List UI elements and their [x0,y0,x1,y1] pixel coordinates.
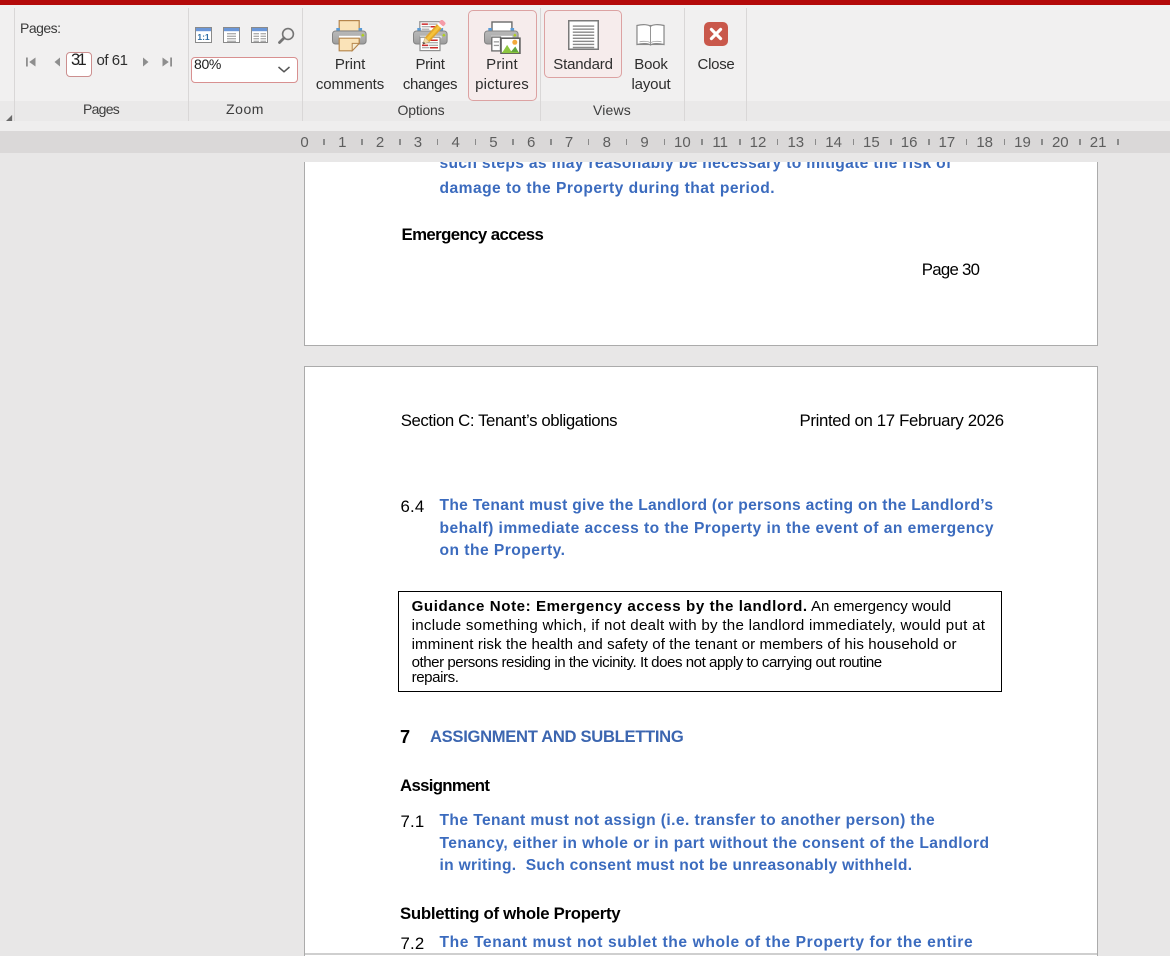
svg-text:1:1: 1:1 [197,32,210,42]
